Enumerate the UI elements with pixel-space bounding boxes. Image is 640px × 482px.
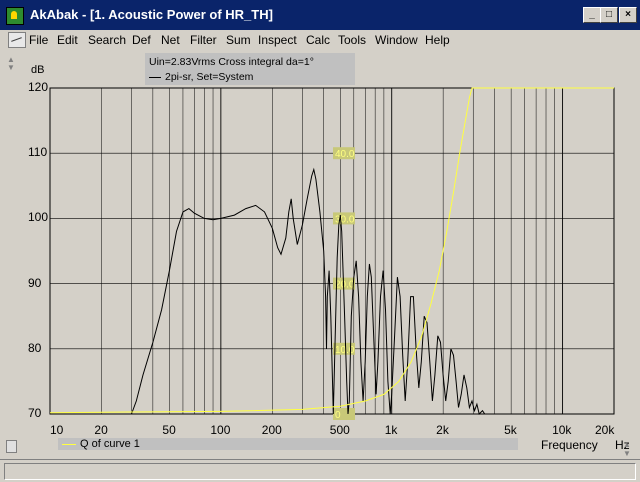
- x-tick-label: 200: [261, 423, 282, 437]
- scroll-arrows-icon[interactable]: ▲ ▼: [620, 440, 634, 458]
- y-tick-label: 70: [28, 406, 42, 420]
- q-axis-label: 0: [335, 410, 341, 421]
- y-tick-label: 90: [28, 275, 42, 290]
- legend-text: Q of curve 1: [80, 438, 140, 450]
- y-tick-label: 80: [28, 340, 42, 355]
- x-tick-label: 50: [162, 423, 176, 437]
- q-axis-label: 30.0: [335, 214, 355, 225]
- q-curve-swatch-icon: [62, 444, 76, 445]
- x-tick-label: 100: [210, 423, 231, 437]
- curves: [49, 87, 614, 415]
- x-tick-label: 20k: [595, 423, 615, 437]
- q-axis-label: 10.0: [335, 345, 355, 356]
- page-icon[interactable]: [6, 440, 17, 453]
- x-axis-title: Frequency: [541, 438, 598, 452]
- x-tick-label: 10k: [552, 423, 572, 437]
- q-axis-label: 20.0: [335, 280, 355, 291]
- legend-bar: Q of curve 1: [58, 438, 518, 450]
- y-tick-label: 110: [28, 145, 48, 160]
- x-tick-label: 10: [50, 423, 64, 437]
- x-tick-label: 5k: [504, 423, 517, 437]
- status-bar: [0, 459, 640, 482]
- status-panel: [4, 463, 636, 480]
- x-tick-label: 500: [329, 423, 350, 437]
- x-tick-label: 20: [94, 423, 108, 437]
- y-tick-label: 120: [28, 80, 49, 94]
- curve-power: [131, 167, 486, 415]
- x-tick-label: 2k: [436, 423, 449, 437]
- y-tick-label: 100: [28, 210, 49, 225]
- x-tick-label: 1k: [384, 423, 398, 437]
- q-axis-label: 40.0: [335, 149, 355, 160]
- chart-svg[interactable]: 40.0 30.0 20.0 10.0 0: [0, 0, 640, 481]
